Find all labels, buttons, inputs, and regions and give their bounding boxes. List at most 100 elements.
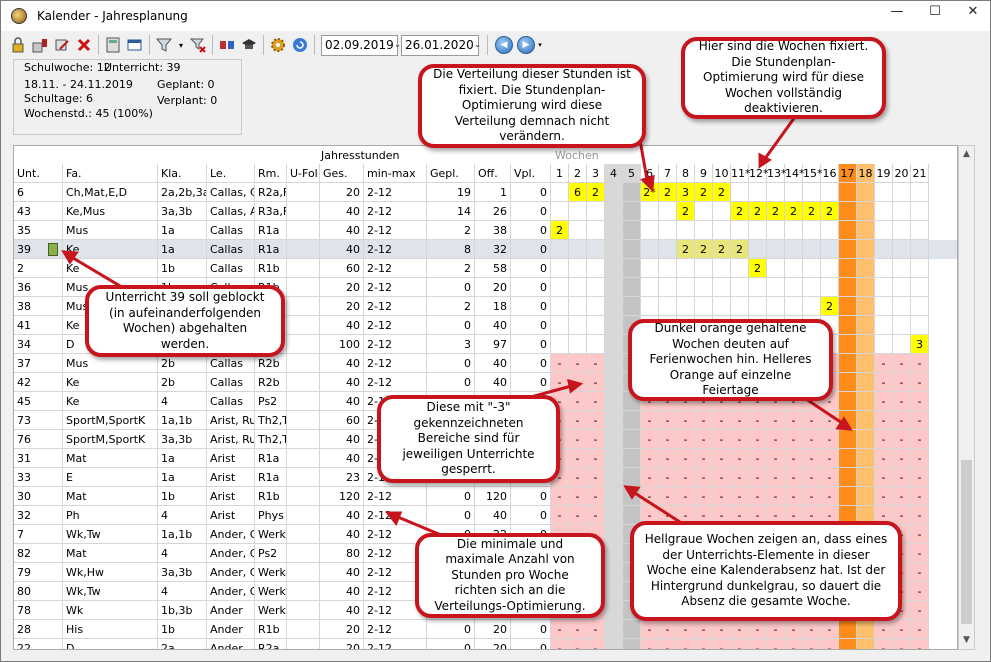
- week-cell[interactable]: [767, 183, 785, 202]
- week-header[interactable]: 7: [659, 164, 677, 183]
- week-cell[interactable]: [569, 297, 587, 316]
- week-cell[interactable]: [803, 259, 821, 278]
- week-cell[interactable]: [857, 411, 875, 430]
- week-cell[interactable]: -: [587, 620, 605, 639]
- week-cell[interactable]: -: [749, 620, 767, 639]
- week-cell[interactable]: -: [749, 430, 767, 449]
- week-cell[interactable]: [605, 297, 623, 316]
- week-cell[interactable]: -: [569, 354, 587, 373]
- week-cell[interactable]: [767, 297, 785, 316]
- filter-dropdown-icon[interactable]: ▾: [177, 36, 185, 54]
- filter-icon[interactable]: [155, 36, 173, 54]
- week-cell[interactable]: [875, 240, 893, 259]
- week-cell[interactable]: -: [713, 430, 731, 449]
- week-hours-cell[interactable]: 2: [677, 202, 695, 221]
- week-cell[interactable]: -: [911, 430, 929, 449]
- week-cell[interactable]: -: [587, 354, 605, 373]
- week-hours-cell[interactable]: 2: [713, 240, 731, 259]
- week-hours-cell[interactable]: 3: [911, 335, 929, 354]
- column-header-mm[interactable]: min-max: [364, 164, 427, 183]
- week-cell[interactable]: -: [803, 487, 821, 506]
- week-header[interactable]: 1: [551, 164, 569, 183]
- week-cell[interactable]: -: [731, 468, 749, 487]
- week-cell[interactable]: [677, 297, 695, 316]
- week-cell[interactable]: [605, 278, 623, 297]
- week-cell[interactable]: [731, 297, 749, 316]
- week-cell[interactable]: [731, 278, 749, 297]
- week-cell[interactable]: [569, 259, 587, 278]
- week-cell[interactable]: [641, 202, 659, 221]
- week-cell[interactable]: [857, 221, 875, 240]
- next-arrow-icon[interactable]: ▶: [517, 36, 535, 54]
- week-cell[interactable]: [911, 183, 929, 202]
- week-cell[interactable]: -: [695, 430, 713, 449]
- week-header[interactable]: 6: [641, 164, 659, 183]
- week-header[interactable]: 12*: [749, 164, 769, 183]
- week-cell[interactable]: -: [821, 620, 839, 639]
- week-cell[interactable]: [587, 221, 605, 240]
- week-cell[interactable]: [605, 373, 623, 392]
- week-cell[interactable]: -: [911, 373, 929, 392]
- week-cell[interactable]: -: [785, 620, 803, 639]
- week-cell[interactable]: [605, 316, 623, 335]
- week-cell[interactable]: -: [677, 639, 695, 649]
- week-hours-cell[interactable]: 2: [677, 240, 695, 259]
- week-cell[interactable]: [641, 297, 659, 316]
- week-cell[interactable]: -: [587, 373, 605, 392]
- week-cell[interactable]: [605, 354, 623, 373]
- week-cell[interactable]: [875, 259, 893, 278]
- week-cell[interactable]: [713, 202, 731, 221]
- week-cell[interactable]: [839, 335, 857, 354]
- column-header-off[interactable]: Off.: [475, 164, 511, 183]
- vertical-scrollbar[interactable]: ▲ ▼: [958, 145, 975, 650]
- week-cell[interactable]: [605, 259, 623, 278]
- week-cell[interactable]: -: [695, 411, 713, 430]
- week-cell[interactable]: -: [713, 449, 731, 468]
- week-cell[interactable]: [911, 202, 929, 221]
- week-cell[interactable]: [605, 202, 623, 221]
- week-cell[interactable]: [839, 354, 857, 373]
- week-cell[interactable]: -: [569, 392, 587, 411]
- week-cell[interactable]: [821, 183, 839, 202]
- week-cell[interactable]: [875, 221, 893, 240]
- week-header[interactable]: 11*: [731, 164, 751, 183]
- week-cell[interactable]: -: [893, 449, 911, 468]
- week-cell[interactable]: -: [659, 468, 677, 487]
- week-cell[interactable]: [551, 335, 569, 354]
- week-hours-cell[interactable]: 2: [767, 202, 785, 221]
- week-cell[interactable]: -: [677, 449, 695, 468]
- week-cell[interactable]: -: [569, 411, 587, 430]
- week-cell[interactable]: [605, 392, 623, 411]
- week-cell[interactable]: [713, 297, 731, 316]
- week-cell[interactable]: [893, 278, 911, 297]
- week-cell[interactable]: [731, 259, 749, 278]
- minimize-button[interactable]: —: [879, 1, 915, 25]
- column-header-le[interactable]: Le.: [207, 164, 255, 183]
- week-cell[interactable]: -: [569, 639, 587, 649]
- week-cell[interactable]: [551, 278, 569, 297]
- week-cell[interactable]: [641, 259, 659, 278]
- column-header-rm[interactable]: Rm.: [255, 164, 287, 183]
- week-cell[interactable]: [857, 335, 875, 354]
- week-cell[interactable]: -: [893, 430, 911, 449]
- week-cell[interactable]: -: [911, 506, 929, 525]
- week-header[interactable]: 5: [623, 164, 641, 183]
- week-cell[interactable]: [659, 297, 677, 316]
- lock-icon[interactable]: [9, 36, 27, 54]
- refresh-icon[interactable]: [291, 36, 309, 54]
- distribute-icon[interactable]: [218, 36, 236, 54]
- week-hours-cell[interactable]: 2: [659, 183, 677, 202]
- week-cell[interactable]: -: [749, 411, 767, 430]
- week-cell[interactable]: [623, 221, 641, 240]
- week-cell[interactable]: [731, 183, 749, 202]
- week-cell[interactable]: -: [875, 373, 893, 392]
- week-header[interactable]: 21: [911, 164, 929, 183]
- week-header[interactable]: 14*: [785, 164, 805, 183]
- week-cell[interactable]: [695, 278, 713, 297]
- week-cell[interactable]: [569, 278, 587, 297]
- week-cell[interactable]: -: [785, 487, 803, 506]
- week-cell[interactable]: [659, 221, 677, 240]
- week-cell[interactable]: [839, 316, 857, 335]
- week-cell[interactable]: -: [875, 449, 893, 468]
- week-cell[interactable]: [839, 449, 857, 468]
